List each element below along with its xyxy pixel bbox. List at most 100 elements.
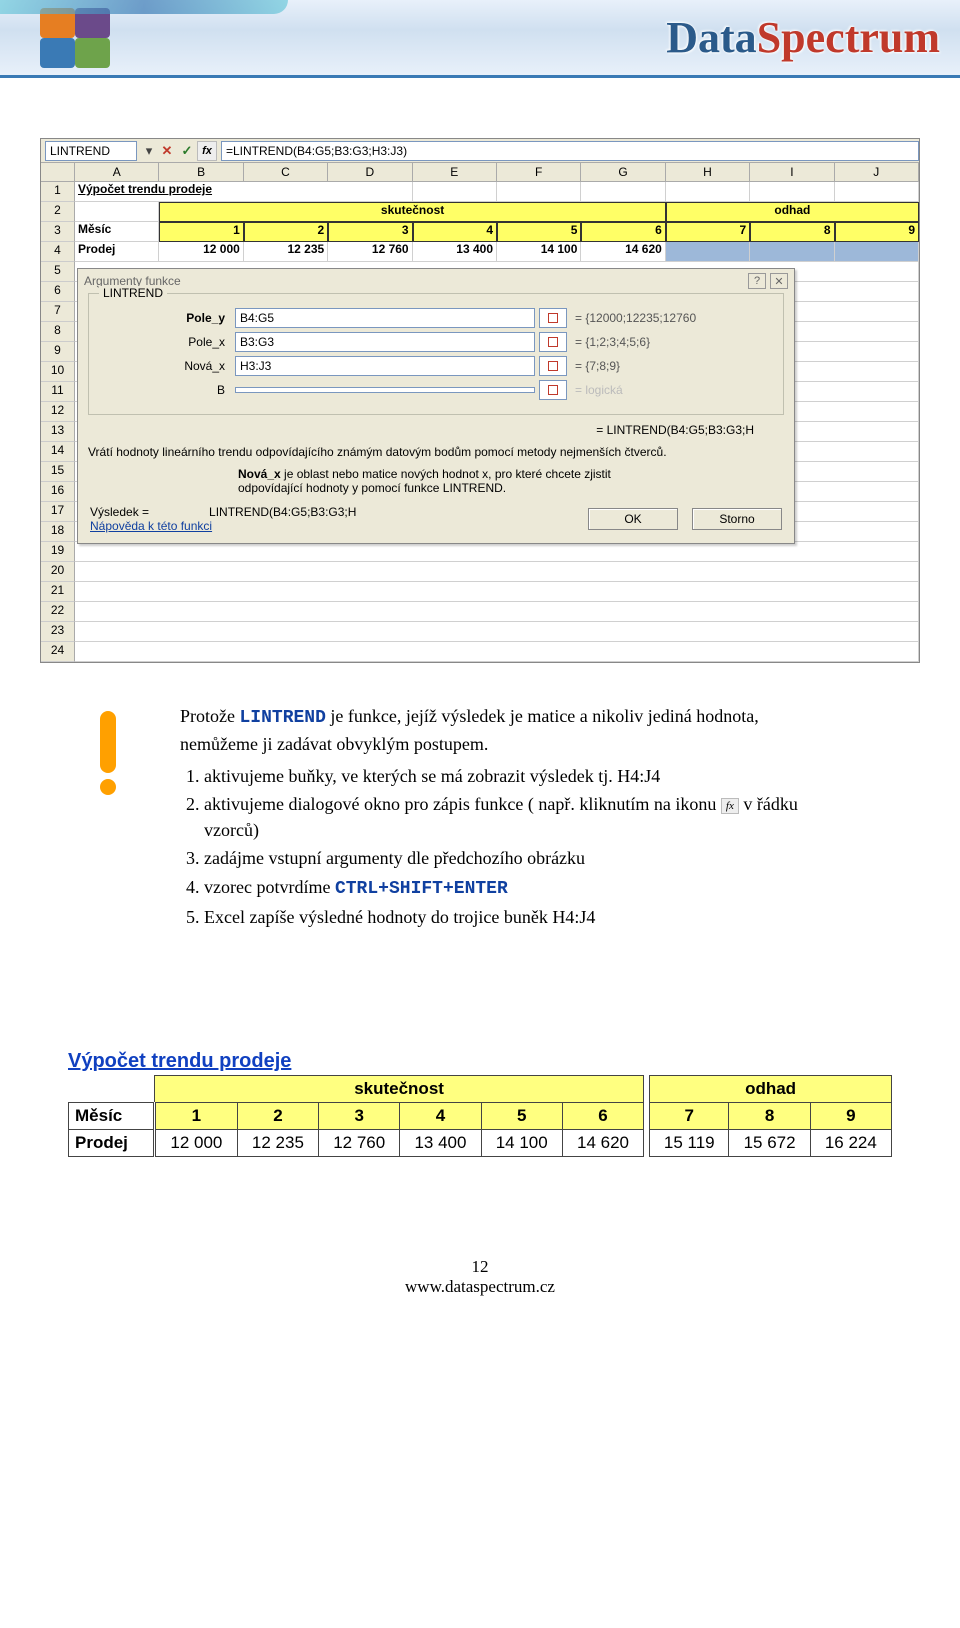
group-header-estimate[interactable]: odhad [666, 202, 919, 222]
dialog-groupbox: LINTREND Pole_y B4:G5 = {12000;12235;127… [88, 293, 784, 415]
cancel-icon[interactable]: ✕ [157, 141, 177, 161]
function-name: LINTREND [239, 708, 325, 728]
range-selector-icon[interactable] [539, 356, 567, 376]
step-item: aktivujeme buňky, ve kterých se má zobra… [204, 763, 840, 789]
row-label-sales[interactable]: Prodej [75, 242, 159, 262]
cell[interactable]: 12 235 [244, 242, 328, 262]
arg-label-poley: Pole_y [101, 311, 231, 325]
range-selector-icon[interactable] [539, 380, 567, 400]
document-body: Protože LINTREND je funkce, jejíž výsled… [180, 703, 840, 930]
row-header[interactable]: 8 [41, 322, 75, 342]
enter-icon[interactable]: ✓ [177, 141, 197, 161]
row-header[interactable]: 17 [41, 502, 75, 522]
row-header[interactable]: 19 [41, 542, 75, 562]
result-title: Výpočet trendu prodeje [68, 1050, 892, 1073]
page-header: DataSpectrum [0, 0, 960, 78]
table-cell: 8 [729, 1102, 810, 1129]
cell-selected[interactable] [750, 242, 834, 262]
arg-input-novax[interactable]: H3:J3 [235, 356, 535, 376]
col-header[interactable]: J [835, 163, 919, 181]
col-header[interactable]: B [159, 163, 243, 181]
namebox-dropdown-icon[interactable]: ▾ [141, 143, 157, 159]
column-headers: A B C D E F G H I J [41, 163, 919, 182]
cell[interactable]: 8 [750, 222, 834, 242]
fx-icon[interactable]: fx [197, 141, 217, 161]
formula-input[interactable]: =LINTREND(B4:G5;B3:G3;H3:J3) [221, 141, 919, 161]
dialog-legend: LINTREND [99, 286, 167, 300]
row-header[interactable]: 4 [41, 242, 75, 262]
col-header[interactable]: H [666, 163, 750, 181]
row-label-month[interactable]: Měsíc [75, 222, 159, 242]
cell[interactable]: 3 [328, 222, 412, 242]
cell[interactable]: 12 760 [328, 242, 412, 262]
row-header[interactable]: 20 [41, 562, 75, 582]
dialog-arg-help: Nová_x je oblast nebo matice nových hodn… [238, 467, 678, 495]
cell[interactable]: 1 [159, 222, 243, 242]
row-header[interactable]: 23 [41, 622, 75, 642]
cell[interactable]: 7 [666, 222, 750, 242]
cell[interactable]: 12 000 [159, 242, 243, 262]
cell[interactable]: 6 [581, 222, 665, 242]
arg-preview: = {1;2;3;4;5;6} [571, 335, 771, 349]
arg-input-polex[interactable]: B3:G3 [235, 332, 535, 352]
cell[interactable]: 9 [835, 222, 919, 242]
help-link[interactable]: Nápověda k této funkci [90, 519, 574, 533]
cell[interactable]: 13 400 [413, 242, 497, 262]
row-header[interactable]: 2 [41, 202, 75, 222]
row-header[interactable]: 22 [41, 602, 75, 622]
col-header[interactable]: G [581, 163, 665, 181]
steps-list: aktivujeme buňky, ve kterých se má zobra… [204, 763, 840, 930]
row-header[interactable]: 21 [41, 582, 75, 602]
col-header[interactable]: C [244, 163, 328, 181]
row-header[interactable]: 3 [41, 222, 75, 242]
sheet-title-cell[interactable]: Výpočet trendu prodeje [75, 182, 413, 202]
arg-input-poley[interactable]: B4:G5 [235, 308, 535, 328]
cell[interactable]: 14 100 [497, 242, 581, 262]
step-item: Excel zapíše výsledné hodnoty do trojice… [204, 904, 840, 930]
range-selector-icon[interactable] [539, 332, 567, 352]
col-header[interactable]: E [413, 163, 497, 181]
cell[interactable]: 5 [497, 222, 581, 242]
cancel-button[interactable]: Storno [692, 508, 782, 530]
brand-text: DataSpectrum [666, 12, 940, 63]
col-header[interactable]: I [750, 163, 834, 181]
arg-help-label: Nová_x [238, 467, 281, 481]
range-selector-icon[interactable] [539, 308, 567, 328]
row-header[interactable]: 12 [41, 402, 75, 422]
dialog-result-formula: = LINTREND(B4:G5;B3:G3;H [88, 423, 754, 437]
arg-label-b: B [101, 383, 231, 397]
row-header[interactable]: 11 [41, 382, 75, 402]
cell[interactable]: 14 620 [581, 242, 665, 262]
col-header[interactable]: A [75, 163, 159, 181]
row-header[interactable]: 15 [41, 462, 75, 482]
row-header[interactable]: 24 [41, 642, 75, 662]
close-icon[interactable]: ✕ [770, 273, 788, 289]
name-box[interactable]: LINTREND [45, 141, 137, 161]
table-cell: 4 [400, 1102, 481, 1129]
row-header[interactable]: 1 [41, 182, 75, 202]
row-header[interactable]: 16 [41, 482, 75, 502]
row-header[interactable]: 9 [41, 342, 75, 362]
excel-screenshot: LINTREND ▾ ✕ ✓ fx =LINTREND(B4:G5;B3:G3;… [40, 138, 920, 663]
row-header[interactable]: 13 [41, 422, 75, 442]
row-header[interactable]: 18 [41, 522, 75, 542]
col-header[interactable]: F [497, 163, 581, 181]
row-header[interactable]: 7 [41, 302, 75, 322]
arg-input-b[interactable] [235, 387, 535, 393]
arg-label-polex: Pole_x [101, 335, 231, 349]
arg-preview: = {12000;12235;12760 [571, 311, 771, 325]
table-cell: 6 [562, 1102, 643, 1129]
row-header[interactable]: 6 [41, 282, 75, 302]
cell[interactable]: 2 [244, 222, 328, 242]
row-header[interactable]: 14 [41, 442, 75, 462]
cell-selected[interactable] [666, 242, 750, 262]
ok-button[interactable]: OK [588, 508, 678, 530]
row-header[interactable]: 10 [41, 362, 75, 382]
col-header[interactable]: D [328, 163, 412, 181]
cell[interactable]: 4 [413, 222, 497, 242]
group-header-actual[interactable]: skutečnost [159, 202, 665, 222]
cell-selected[interactable] [835, 242, 919, 262]
row-header[interactable]: 5 [41, 262, 75, 282]
logo-puzzle-icon [40, 8, 110, 68]
help-icon[interactable]: ? [748, 273, 766, 289]
